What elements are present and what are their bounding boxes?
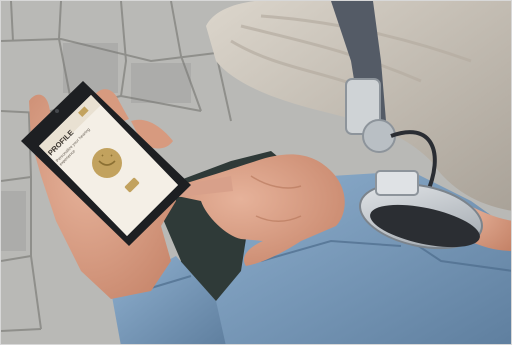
- phone-camera: [55, 109, 59, 113]
- headphone-pivot: [362, 119, 396, 153]
- photo-scene: PROFILE Personalize your hearing experie…: [1, 1, 511, 344]
- photo-frame: PROFILE Personalize your hearing experie…: [0, 0, 512, 345]
- profile-avatar-icon[interactable]: [92, 148, 122, 178]
- earcup-hinge: [375, 170, 419, 196]
